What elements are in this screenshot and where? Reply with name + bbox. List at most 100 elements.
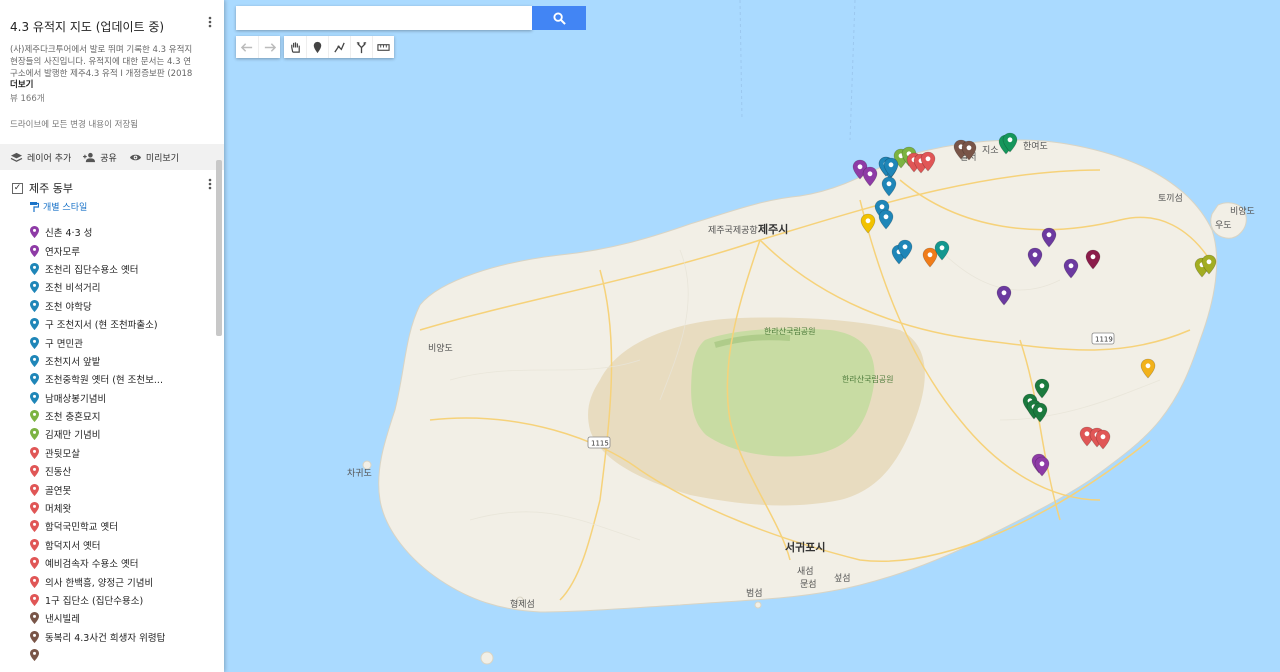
place-list-item[interactable]: 연자모루 xyxy=(30,241,224,259)
place-marker-icon xyxy=(30,428,39,441)
preview-label: 미리보기 xyxy=(145,153,179,164)
place-list-item-label: 진동산 xyxy=(45,467,72,479)
undo-button[interactable] xyxy=(236,36,258,58)
place-marker-icon xyxy=(30,262,39,275)
place-list-item[interactable]: 조천리 집단수용소 옛터 xyxy=(30,260,224,278)
place-marker-icon xyxy=(30,244,39,257)
label-munseom: 문섬 xyxy=(800,579,817,590)
place-list-item-label: 김재만 기념비 xyxy=(45,430,101,442)
search-input[interactable] xyxy=(236,6,532,30)
place-list-item[interactable]: 골연못 xyxy=(30,480,224,498)
place-list-item[interactable]: 동복리 4.3사건 희생자 위령탑 xyxy=(30,628,224,646)
share-label: 공유 xyxy=(100,153,117,164)
search-button[interactable] xyxy=(532,6,586,30)
place-list-item[interactable] xyxy=(30,646,224,664)
add-layer-button[interactable]: 레이어 추가 xyxy=(10,151,71,164)
view-count: 뷰 166개 xyxy=(10,94,45,104)
place-list-item[interactable]: 예비검속자 수용소 옛터 xyxy=(30,554,224,572)
label-biyangdo-east: 비양도 xyxy=(1230,206,1255,217)
place-list-item-label: 골연못 xyxy=(45,485,72,497)
individual-style-label: 개별 스타일 xyxy=(43,203,88,213)
share-button[interactable]: 공유 xyxy=(83,151,117,164)
place-list-item-label: 조천지서 앞밭 xyxy=(45,356,101,368)
place-list-item[interactable]: 조천 야학당 xyxy=(30,297,224,315)
label-tokkiseom: 토끼섬 xyxy=(1158,193,1183,204)
map-title[interactable]: 4.3 유적지 지도 (업데이트 중) xyxy=(10,18,198,35)
layer-options-button[interactable] xyxy=(208,178,212,194)
label-biyangdo-west: 비양도 xyxy=(428,343,453,354)
place-list-item-label: 조천리 집단수용소 옛터 xyxy=(45,264,139,276)
place-marker-icon xyxy=(30,557,39,570)
place-marker-icon xyxy=(30,336,39,349)
place-list-item[interactable]: 조천중학원 옛터 (현 조천보... xyxy=(30,370,224,388)
paint-roller-icon xyxy=(30,201,39,212)
place-list-item-label: 머체왓 xyxy=(45,504,72,516)
place-marker-icon xyxy=(30,612,39,625)
layer-name[interactable]: 제주 동부 xyxy=(29,180,73,196)
undo-redo-group xyxy=(236,36,280,58)
place-list-item-label: 구 면민관 xyxy=(45,338,83,350)
redo-button[interactable] xyxy=(258,36,280,58)
place-list-item-label: 조천 비석거리 xyxy=(45,283,101,295)
panel-actions: 레이어 추가 공유 미리보기 xyxy=(0,144,224,170)
place-list-item[interactable]: 함덕국민학교 옛터 xyxy=(30,517,224,535)
place-list-item-label: 동복리 4.3사건 희생자 위령탑 xyxy=(45,632,166,644)
ruler-icon xyxy=(377,43,390,51)
label-hanyeodo: 한여도 xyxy=(1023,140,1048,152)
road-shield-1115: 1115 xyxy=(587,436,611,449)
place-marker-icon xyxy=(30,630,39,643)
save-status: 드라이브에 모든 변경 내용이 저장됨 xyxy=(10,120,139,130)
individual-style-link[interactable]: 개별 스타일 xyxy=(0,196,224,213)
place-list-item[interactable]: 진동산 xyxy=(30,462,224,480)
place-list-item-label: 남매상봉기념비 xyxy=(45,393,107,405)
add-directions-button[interactable] xyxy=(350,36,372,58)
place-list-item[interactable]: 구 면민관 xyxy=(30,333,224,351)
place-list-item[interactable]: 신촌 4·3 성 xyxy=(30,223,224,241)
place-list-item-label: 신촌 4·3 성 xyxy=(45,228,93,240)
place-list-item[interactable]: 구 조천지서 (현 조천파출소) xyxy=(30,315,224,333)
measure-button[interactable] xyxy=(372,36,394,58)
place-marker-icon xyxy=(30,538,39,551)
hallasan-park-inner xyxy=(691,328,875,457)
place-marker-icon xyxy=(30,318,39,331)
panel-scrollbar[interactable] xyxy=(216,160,222,336)
place-list-item[interactable]: 낸시빌레 xyxy=(30,609,224,627)
redo-icon xyxy=(264,42,276,52)
place-marker-icon xyxy=(30,483,39,496)
label-jeju-city: 제주시 xyxy=(758,222,788,236)
label-hallasan-park-1: 한라산국립공원 xyxy=(764,326,816,336)
more-vert-icon xyxy=(208,178,212,190)
place-list-item[interactable]: 의사 한백흥, 양정근 기념비 xyxy=(30,572,224,590)
road-shield-1119: 1119 xyxy=(1091,332,1115,345)
layer-visibility-checkbox[interactable]: ✓ xyxy=(12,182,23,194)
place-list-item[interactable]: 머체왓 xyxy=(30,499,224,517)
place-list-item[interactable]: 남매상봉기념비 xyxy=(30,389,224,407)
panel-options-button[interactable] xyxy=(204,16,216,31)
draw-line-button[interactable] xyxy=(328,36,350,58)
place-list: 신촌 4·3 성연자모루조천리 집단수용소 옛터조천 비석거리조천 야학당 구 조… xyxy=(0,213,224,664)
place-list-item[interactable]: 1구 집단소 (집단수용소) xyxy=(30,591,224,609)
place-list-item[interactable]: 조천 충혼묘지 xyxy=(30,407,224,425)
place-list-item-label: 1구 집단소 (집단수용소) xyxy=(45,596,144,607)
label-partial-jiso: 지소 xyxy=(982,145,999,156)
place-list-item[interactable]: 조천지서 앞밭 xyxy=(30,352,224,370)
place-list-item[interactable]: 조천 비석거리 xyxy=(30,278,224,296)
place-list-item-label: 함덕지서 옛터 xyxy=(45,540,101,552)
preview-button[interactable]: 미리보기 xyxy=(129,151,179,164)
eye-icon xyxy=(129,154,141,160)
place-list-item-label: 예비검속자 수용소 옛터 xyxy=(45,559,139,571)
place-list-item[interactable]: 관뒷모살 xyxy=(30,444,224,462)
draw-tools-group xyxy=(284,36,394,58)
search-icon xyxy=(552,11,566,25)
more-link[interactable]: 더보기 xyxy=(10,80,198,90)
pan-tool-button[interactable] xyxy=(284,36,306,58)
svg-text:1119: 1119 xyxy=(1095,336,1113,344)
place-list-item[interactable]: 함덕지서 옛터 xyxy=(30,536,224,554)
map-legend-panel: 4.3 유적지 지도 (업데이트 중) (사)제주다크투어에서 발로 뛰며 기록… xyxy=(0,0,224,672)
label-saeseom: 새섬 xyxy=(797,566,814,577)
add-marker-button[interactable] xyxy=(306,36,328,58)
place-list-item-label: 함덕국민학교 옛터 xyxy=(45,522,118,534)
layers-icon xyxy=(10,152,23,162)
place-list-item-label: 연자모루 xyxy=(45,246,80,258)
place-list-item[interactable]: 김재만 기념비 xyxy=(30,425,224,443)
